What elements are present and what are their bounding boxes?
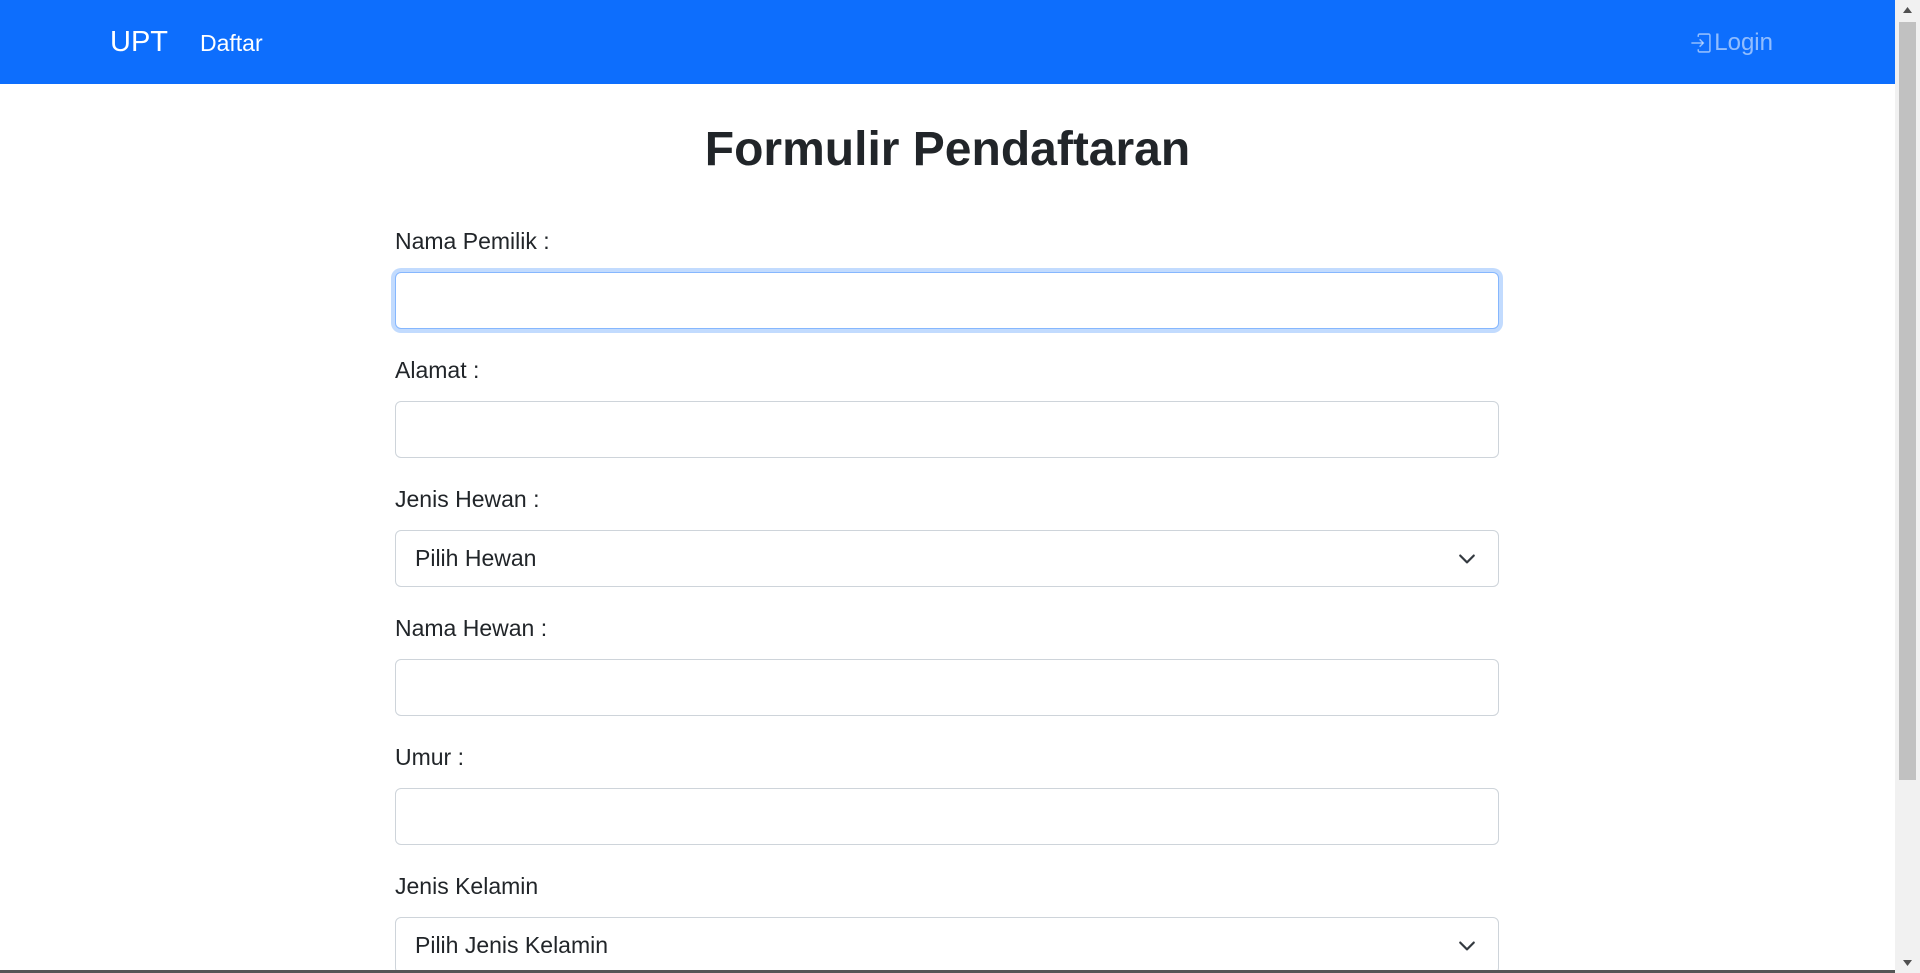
field-jenis-hewan: Jenis Hewan : Pilih Hewan <box>395 484 1499 587</box>
jenis-hewan-selected-value: Pilih Hewan <box>415 545 537 571</box>
field-umur: Umur : <box>395 742 1499 845</box>
navbar: UPT Daftar Login <box>0 0 1895 84</box>
page-viewport: UPT Daftar Login Formulir Pendaftaran Na… <box>0 0 1895 973</box>
box-arrow-in-right-icon <box>1690 32 1712 54</box>
field-nama-hewan: Nama Hewan : <box>395 613 1499 716</box>
umur-input[interactable] <box>395 788 1499 845</box>
nama-hewan-input[interactable] <box>395 659 1499 716</box>
alamat-label: Alamat : <box>395 357 480 383</box>
jenis-kelamin-label: Jenis Kelamin <box>395 873 539 899</box>
scrollbar-thumb[interactable] <box>1899 22 1916 780</box>
nav-link-daftar[interactable]: Daftar <box>200 26 263 60</box>
scroll-up-arrow-icon[interactable] <box>1895 0 1920 20</box>
nama-hewan-label: Nama Hewan : <box>395 615 548 641</box>
scroll-down-arrow-icon[interactable] <box>1895 953 1920 973</box>
nama-pemilik-input[interactable] <box>395 272 1499 329</box>
login-label: Login <box>1714 29 1773 56</box>
nama-pemilik-label: Nama Pemilik : <box>395 228 550 254</box>
umur-label: Umur : <box>395 744 464 770</box>
navbar-brand[interactable]: UPT <box>110 22 168 62</box>
chevron-down-icon <box>1459 941 1475 951</box>
jenis-kelamin-selected-value: Pilih Jenis Kelamin <box>415 932 609 958</box>
login-link[interactable]: Login <box>1690 26 1773 60</box>
vertical-scrollbar[interactable] <box>1895 0 1920 973</box>
field-jenis-kelamin: Jenis Kelamin Pilih Jenis Kelamin <box>395 871 1499 973</box>
field-nama-pemilik: Nama Pemilik : <box>395 226 1499 329</box>
jenis-hewan-label: Jenis Hewan : <box>395 486 540 512</box>
field-alamat: Alamat : <box>395 355 1499 458</box>
page-title: Formulir Pendaftaran <box>704 123 1191 176</box>
chevron-down-icon <box>1459 554 1475 564</box>
jenis-kelamin-select[interactable]: Pilih Jenis Kelamin <box>395 917 1499 973</box>
alamat-input[interactable] <box>395 401 1499 458</box>
jenis-hewan-select[interactable]: Pilih Hewan <box>395 530 1499 587</box>
